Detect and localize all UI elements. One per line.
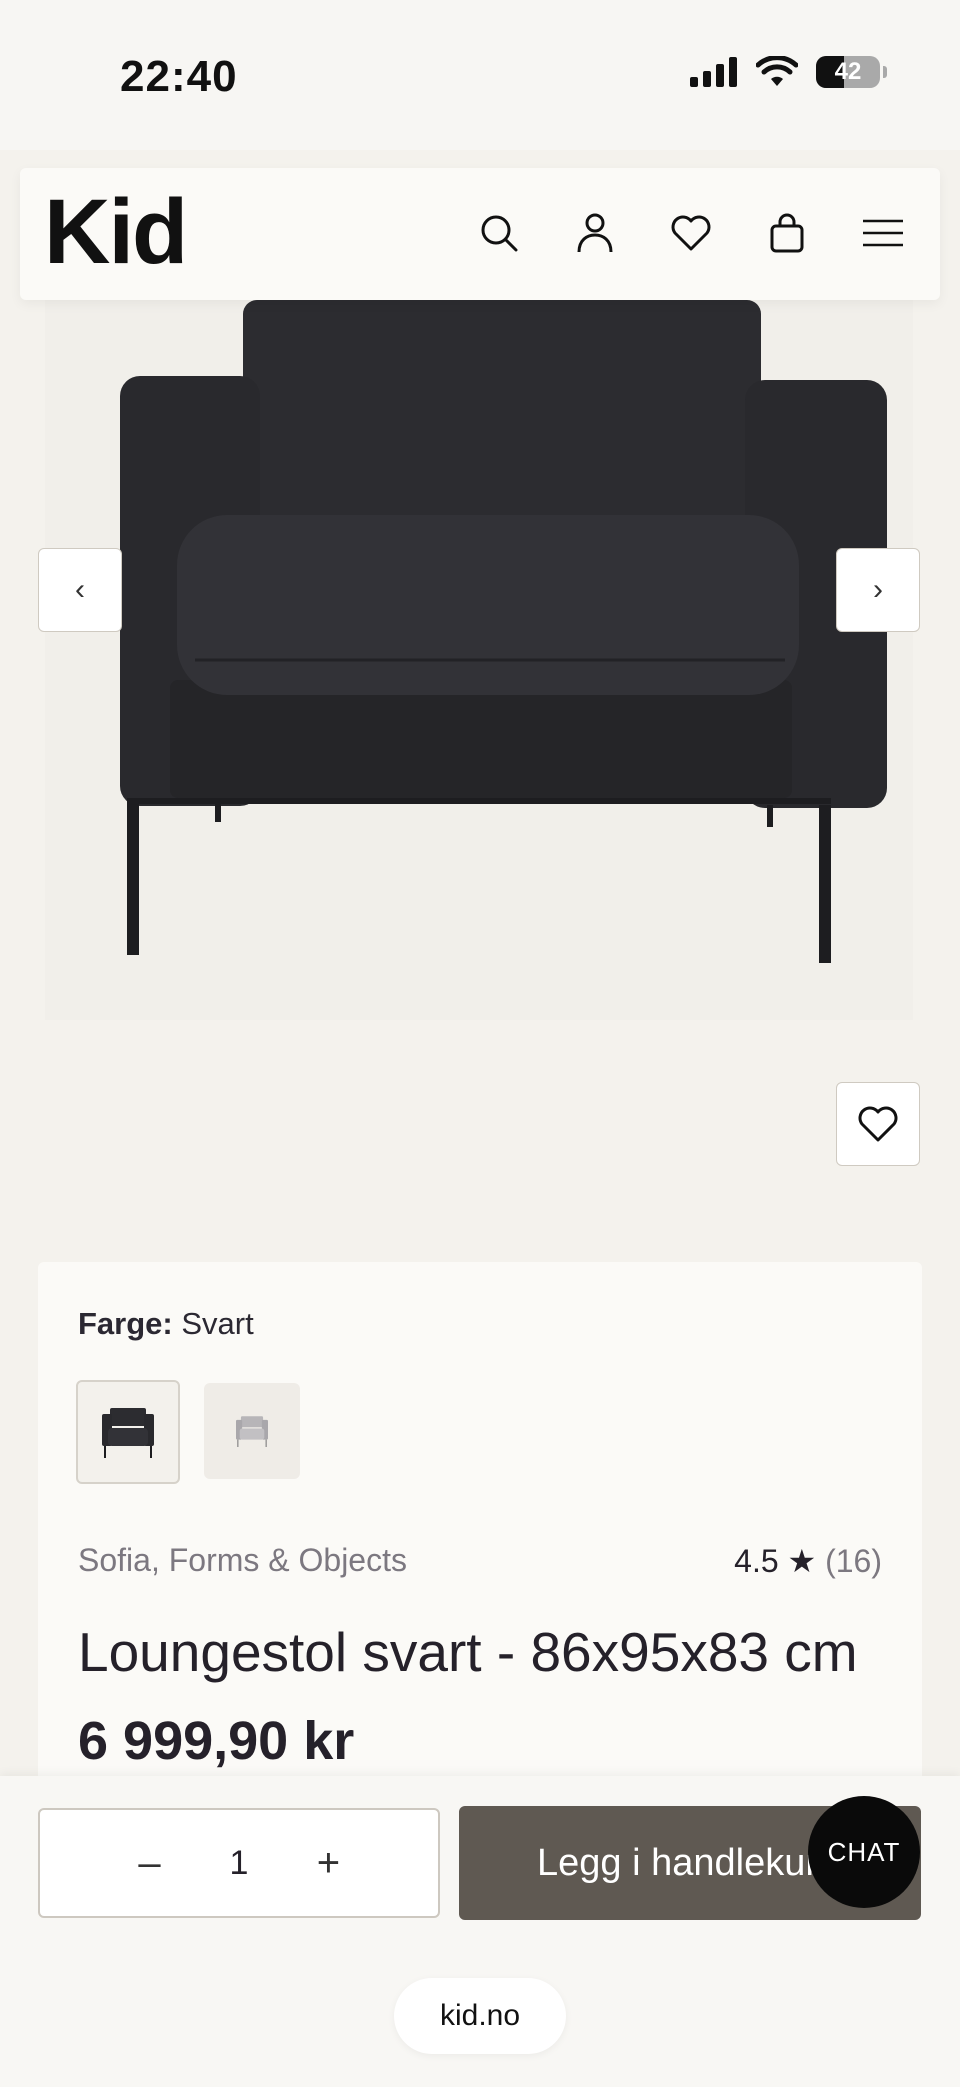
battery-icon: 42: [816, 56, 887, 88]
status-time: 22:40: [120, 52, 238, 101]
chat-button[interactable]: CHAT: [808, 1796, 920, 1908]
rating-value: 4.5 ★: [734, 1543, 817, 1579]
site-header: Kid: [20, 168, 940, 300]
quantity-stepper: – 1 +: [38, 1808, 440, 1918]
kid-logo[interactable]: Kid: [44, 186, 188, 278]
chevron-left-icon: ‹: [75, 573, 85, 606]
armchair-image: [120, 300, 887, 963]
increase-quantity-button[interactable]: +: [308, 1841, 348, 1886]
chevron-right-icon: ›: [873, 573, 883, 606]
product-image[interactable]: [45, 300, 913, 1020]
carousel-next-button[interactable]: ›: [836, 548, 920, 632]
sticky-cart-bar: – 1 + Legg i handlekurv CHAT kid.no: [0, 1776, 960, 2087]
battery-level: 42: [834, 58, 862, 85]
product-title: Loungestol svart - 86x95x83 cm: [78, 1621, 858, 1683]
header-icons: [472, 206, 910, 260]
bag-icon[interactable]: [760, 206, 814, 260]
menu-icon[interactable]: [856, 206, 910, 260]
color-value: Svart: [181, 1306, 254, 1341]
color-swatch-grey[interactable]: [204, 1383, 300, 1479]
browser-url-bar[interactable]: kid.no: [394, 1978, 566, 2054]
add-to-cart-label: Legg i handlekurv: [537, 1841, 837, 1884]
wishlist-heart-icon[interactable]: [664, 206, 718, 260]
quantity-value[interactable]: 1: [230, 1844, 249, 1883]
carousel-prev-button[interactable]: ‹: [38, 548, 122, 632]
review-count: (16): [825, 1543, 882, 1579]
color-label: Farge:: [78, 1306, 173, 1341]
search-icon[interactable]: [472, 206, 526, 260]
status-bar: 22:40 42: [0, 0, 960, 150]
color-selection-label: Farge: Svart: [78, 1306, 254, 1342]
product-gallery: ‹ ›: [0, 300, 960, 1260]
decrease-quantity-button[interactable]: –: [130, 1841, 170, 1886]
wifi-icon: [756, 56, 798, 86]
product-info-card: Farge: Svart Sofia, Forms & Objects 4.5 …: [38, 1262, 922, 1822]
color-swatch-black[interactable]: [76, 1380, 180, 1484]
signal-icon: [690, 57, 737, 87]
product-price: 6 999,90 kr: [78, 1711, 355, 1771]
product-rating[interactable]: 4.5 ★ (16): [734, 1542, 882, 1580]
product-brand[interactable]: Sofia, Forms & Objects: [78, 1542, 407, 1579]
status-icons: 42: [690, 56, 887, 88]
add-to-wishlist-button[interactable]: [836, 1082, 920, 1166]
account-icon[interactable]: [568, 206, 622, 260]
heart-icon: [858, 1106, 898, 1142]
